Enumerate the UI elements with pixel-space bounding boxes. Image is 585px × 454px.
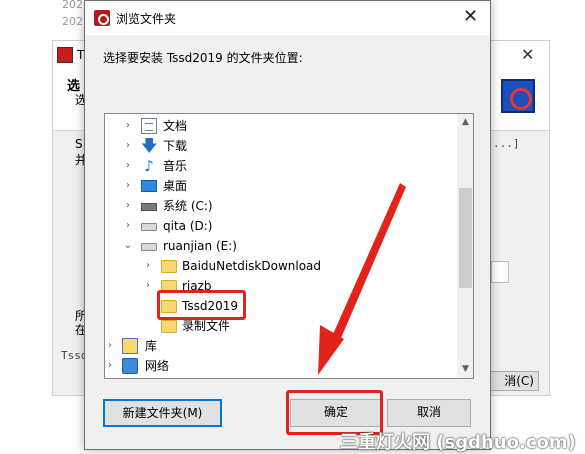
dialog-app-icon	[94, 10, 110, 26]
network-icon	[122, 358, 138, 374]
scroll-up-icon[interactable]: ▲	[457, 114, 473, 131]
chevron-right-icon[interactable]: ›	[105, 336, 115, 356]
dialog-titlebar: 浏览文件夹 ✕	[85, 1, 490, 35]
folder-tree[interactable]: › 文档 › 🡇 下载 › ♪ 音乐 › 桌面 › 系统 (C:) › qita…	[104, 113, 474, 379]
dialog-prompt: 选择要安装 Tssd2019 的文件夹位置:	[103, 51, 303, 65]
tree-item-label: ruanjian (E:)	[163, 239, 237, 253]
desktop-icon	[141, 180, 157, 192]
tree-item-downloads[interactable]: › 🡇 下载	[105, 136, 455, 156]
drive-icon	[141, 203, 157, 211]
scroll-thumb[interactable]	[459, 188, 472, 288]
tree-item-label: 库	[145, 339, 158, 353]
annotation-arrow	[318, 183, 406, 375]
app-icon	[57, 47, 73, 63]
arrow-shaft	[330, 183, 406, 345]
library-icon	[122, 338, 138, 354]
dialog-title: 浏览文件夹	[116, 12, 177, 26]
scroll-down-icon[interactable]: ▼	[457, 361, 473, 378]
chevron-right-icon[interactable]: ›	[143, 276, 153, 296]
chevron-right-icon[interactable]: ›	[143, 256, 153, 276]
chevron-right-icon[interactable]: ›	[123, 216, 133, 236]
selected-folder-highlight	[157, 290, 246, 320]
tree-item-label: 文档	[163, 119, 188, 133]
tree-item-label: 音乐	[163, 159, 188, 173]
close-icon[interactable]: ✕	[463, 6, 478, 27]
tree-item-label: 网络	[145, 359, 170, 373]
chevron-right-icon[interactable]: ›	[123, 116, 133, 136]
installer-close-icon[interactable]: ✕	[521, 45, 534, 64]
tree-scrollbar[interactable]: ▲ ▼	[457, 114, 473, 378]
drive-icon	[141, 243, 157, 251]
drive-icon	[141, 223, 157, 231]
tree-item-label: 系统 (C:)	[163, 199, 213, 213]
installer-cancel-button[interactable]: 消(C)	[489, 371, 539, 391]
browse-folder-dialog: 浏览文件夹 ✕ 选择要安装 Tssd2019 的文件夹位置: › 文档 › 🡇 …	[84, 0, 491, 450]
folder-icon	[161, 260, 177, 273]
chevron-right-icon[interactable]: ›	[123, 176, 133, 196]
tree-item-label: 下载	[163, 139, 188, 153]
installer-field[interactable]	[491, 261, 509, 283]
tree-item-music[interactable]: › ♪ 音乐	[105, 156, 455, 176]
installer-text: S	[75, 137, 83, 151]
installer-text: ...]	[493, 137, 520, 150]
new-folder-button[interactable]: 新建文件夹(M)	[103, 399, 222, 427]
document-icon	[141, 118, 157, 134]
tree-item-label: 桌面	[163, 179, 188, 193]
watermark-text: 三重灯火网 (sgdhuo.com)	[340, 432, 576, 453]
chevron-right-icon[interactable]: ›	[123, 156, 133, 176]
installer-logo-icon	[501, 79, 535, 113]
chevron-down-icon[interactable]: ⌄	[123, 236, 133, 256]
folder-icon	[161, 320, 177, 333]
tree-item-documents[interactable]: › 文档	[105, 116, 455, 136]
tree-item-label: qita (D:)	[163, 219, 213, 233]
chevron-right-icon[interactable]: ›	[123, 136, 133, 156]
download-icon: 🡇	[141, 136, 158, 155]
chevron-right-icon[interactable]: ›	[105, 356, 115, 376]
cancel-button[interactable]: 取消	[387, 399, 471, 427]
music-icon: ♪	[144, 157, 154, 175]
chevron-right-icon[interactable]: ›	[123, 196, 133, 216]
